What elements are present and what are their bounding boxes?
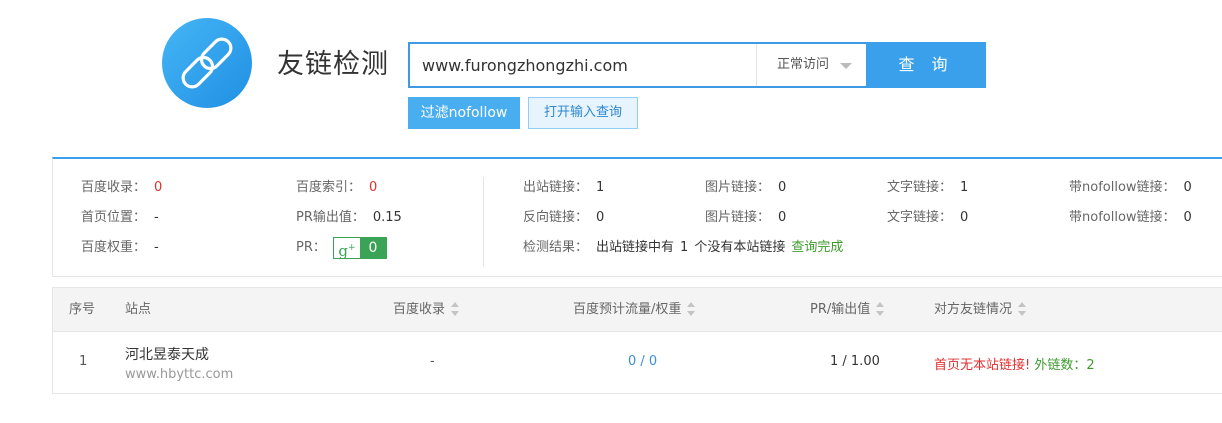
sort-icon[interactable]: [1018, 302, 1027, 316]
outbound-label: 外链数：: [1034, 358, 1087, 373]
detection-result: 检测结果： 出站链接中有 1 个没有本站链接 查询完成: [523, 240, 844, 255]
results-table: 序号 站点 百度收录 百度预计流量/权重 PR/输出值 对方友链情况 1 河北昱…: [52, 287, 1222, 394]
outbound-count: 2: [1086, 358, 1095, 373]
domain-input[interactable]: [410, 44, 756, 86]
access-mode-label: 正常访问: [777, 57, 830, 72]
access-mode-select[interactable]: 正常访问: [756, 44, 866, 86]
stat-outbound-image-links: 图片链接： 0: [705, 180, 787, 195]
stat-back-text-links: 文字链接： 0: [887, 210, 969, 225]
google-plus-icon: g+: [334, 238, 360, 260]
row-index: 1: [79, 354, 88, 369]
col-site: 站点: [125, 302, 152, 317]
col-pr-output[interactable]: PR/输出值: [810, 302, 885, 318]
stat-home-position: 首页位置： -: [81, 210, 159, 225]
sort-icon[interactable]: [876, 302, 885, 316]
col-link-status[interactable]: 对方友链情况: [934, 302, 1027, 318]
col-baidu-indexed[interactable]: 百度收录: [393, 302, 460, 318]
site-name[interactable]: 河北昱泰天成: [125, 344, 209, 364]
search-box: 正常访问: [408, 42, 866, 88]
row-link-status: 首页无本站链接! 外链数：2: [934, 354, 1095, 373]
stat-backlinks: 反向链接： 0: [523, 210, 605, 225]
site-url[interactable]: www.hbyttc.com: [125, 367, 233, 382]
stat-outbound-nofollow: 带nofollow链接： 0: [1069, 180, 1192, 195]
stats-panel: 百度收录： 0 百度索引： 0 首页位置： - PR输出值： 0.15 百度权重： - P…: [52, 157, 1222, 277]
row-pr-output: 1 / 1.00: [830, 354, 880, 369]
stat-outbound-text-links: 文字链接： 1: [887, 180, 969, 195]
stat-outbound-links: 出站链接： 1: [523, 180, 605, 195]
pr-value: 0: [360, 238, 386, 258]
query-button[interactable]: 查 询: [866, 42, 986, 88]
open-input-query-button[interactable]: 打开输入查询: [528, 97, 638, 129]
stat-back-image-links: 图片链接： 0: [705, 210, 787, 225]
tool-title: 友链检测: [277, 49, 389, 80]
chain-link-icon: [181, 37, 233, 89]
stat-baidu-indexed: 百度收录： 0: [81, 180, 163, 195]
row-traffic-weight[interactable]: 0 / 0: [628, 354, 657, 369]
stat-back-nofollow: 带nofollow链接： 0: [1069, 210, 1192, 225]
link-status-text: 首页无本站链接!: [934, 358, 1031, 373]
row-baidu-indexed: -: [430, 354, 435, 369]
table-header: 序号 站点 百度收录 百度预计流量/权重 PR/输出值 对方友链情况: [53, 288, 1222, 332]
col-index: 序号: [69, 302, 96, 317]
stat-pr-label: PR：: [296, 240, 326, 255]
sort-icon[interactable]: [451, 302, 460, 316]
stats-divider: [483, 177, 484, 267]
chevron-down-icon: [840, 63, 852, 69]
logo: [162, 18, 252, 108]
stat-baidu-index: 百度索引： 0: [296, 180, 378, 195]
query-status: 查询完成: [791, 240, 844, 255]
sort-icon[interactable]: [687, 302, 696, 316]
pr-badge: g+ 0: [333, 237, 387, 260]
stat-pr-output: PR输出值： 0.15: [296, 210, 402, 225]
filter-nofollow-button[interactable]: 过滤nofollow: [408, 97, 520, 129]
col-traffic-weight[interactable]: 百度预计流量/权重: [573, 302, 696, 318]
stat-baidu-weight: 百度权重： -: [81, 240, 159, 255]
